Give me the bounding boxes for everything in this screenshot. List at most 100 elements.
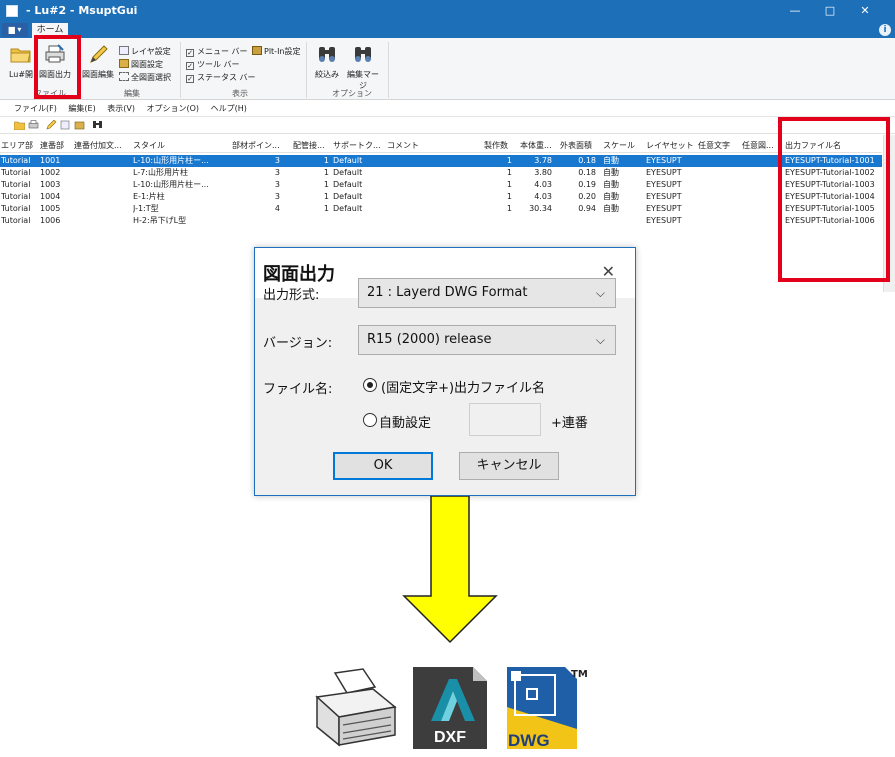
table-header-row: エリア部 連番部 連番付加文... スタイル 部材ポイン... 配管接... サ…	[0, 139, 882, 153]
edit-pencil-icon[interactable]	[46, 120, 57, 130]
version-value: R15 (2000) release	[367, 332, 492, 347]
radio-auto-setting[interactable]	[363, 413, 377, 427]
table-cell: Tutorial	[1, 180, 31, 189]
menu-edit[interactable]: 編集(E)	[68, 104, 95, 113]
filter-button[interactable]: 絞込み	[310, 42, 344, 86]
table-cell: EYESUPT	[646, 192, 682, 201]
select-all-drawings-button[interactable]: 全図面選択	[119, 72, 171, 84]
table-cell: 1	[323, 168, 329, 177]
table-cell: 3	[274, 156, 280, 165]
radio-selected-dot	[367, 382, 373, 388]
drawing-edit-label: 図面編集	[82, 70, 114, 79]
table-cell: 自動	[603, 204, 619, 213]
layer-icon[interactable]	[60, 120, 71, 130]
column-header[interactable]: 本体重...	[520, 139, 556, 153]
edit-merge-button[interactable]: 編集マージ	[346, 42, 380, 90]
column-header[interactable]: 連番付加文...	[74, 139, 126, 153]
ok-button[interactable]: OK	[333, 452, 433, 480]
format-label: 出力形式:	[263, 288, 320, 303]
group-label-option: オプション	[332, 89, 372, 98]
highlight-output-filename-column	[778, 117, 890, 282]
checkbox-checked-icon: ✓	[186, 75, 194, 83]
ribbon-separator	[388, 42, 389, 98]
table-row[interactable]: Tutorial 1004 E-1:片柱 3 1 Default 1 4.03 0.20 自動 EY…	[0, 191, 882, 203]
application-menu-button[interactable]: ▆ ▾	[2, 23, 28, 37]
table-cell: 0.19	[578, 180, 596, 189]
column-header[interactable]: コメント	[387, 139, 427, 153]
column-header[interactable]: サポートク...	[333, 139, 383, 153]
version-select[interactable]: R15 (2000) release ⌵	[358, 325, 616, 355]
column-header[interactable]: 製作数	[484, 139, 516, 153]
layer-settings-button[interactable]: レイヤ設定	[119, 46, 171, 58]
drawing-settings-button[interactable]: 図面設定	[119, 59, 163, 71]
table-row[interactable]: Tutorial 1002 L-7:山形用片柱 3 1 Default 1 3.80 0.18 自…	[0, 167, 882, 179]
close-window-button[interactable]: ✕	[850, 2, 880, 20]
column-header[interactable]: 任意文字	[698, 139, 734, 153]
window-title: - Lu#2 - MsuptGui	[26, 4, 138, 17]
menu-bar-checkbox[interactable]: ✓ メニュー バー	[186, 46, 248, 58]
column-header[interactable]: 配管接...	[293, 139, 333, 153]
dwg-tm-label: TM	[571, 669, 588, 680]
ribbon-separator	[180, 42, 181, 98]
column-header[interactable]: 部材ポイン...	[232, 139, 284, 153]
checkbox-checked-icon: ✓	[186, 62, 194, 70]
drawing-edit-button[interactable]: 図面編集	[81, 42, 115, 86]
serial-text-input[interactable]	[469, 403, 541, 436]
drawing-settings-label: 図面設定	[131, 60, 163, 69]
table-row[interactable]: Tutorial 1003 L-10:山形用片柱ー... 3 1 Default 1 4.03…	[0, 179, 882, 191]
settings-icon[interactable]	[74, 120, 85, 130]
column-header[interactable]: レイヤセット	[646, 139, 694, 153]
cancel-button[interactable]: キャンセル	[459, 452, 559, 480]
table-cell: EYESUPT	[646, 216, 682, 225]
status-bar-checkbox[interactable]: ✓ ステータス バー	[186, 72, 256, 84]
printer-icon	[315, 668, 397, 747]
table-cell: EYESUPT	[646, 168, 682, 177]
table-cell: 3	[274, 180, 280, 189]
binoculars-icon	[355, 47, 371, 62]
table-cell: 自動	[603, 180, 619, 189]
table-cell: L-10:山形用片柱ー...	[133, 156, 209, 165]
table-cell: 1006	[40, 216, 61, 225]
column-header[interactable]: 外表面積	[560, 139, 600, 153]
radio-fixed-filename[interactable]	[363, 378, 377, 392]
maximize-button[interactable]: □	[815, 2, 845, 20]
menu-file[interactable]: ファイル(F)	[14, 104, 57, 113]
menu-view[interactable]: 表示(V)	[107, 104, 135, 113]
binoculars-icon[interactable]	[92, 120, 103, 130]
table-cell: Default	[333, 204, 363, 213]
table-cell: 3.80	[534, 168, 552, 177]
column-header[interactable]: エリア部	[1, 139, 35, 153]
column-header[interactable]: 任意図...	[742, 139, 778, 153]
table-cell: 自動	[603, 192, 619, 201]
menu-help[interactable]: ヘルプ(H)	[211, 104, 247, 113]
table-cell: EYESUPT	[646, 180, 682, 189]
plugin-settings-button[interactable]: Plt-In設定	[252, 46, 301, 58]
table-row[interactable]: Tutorial 1005 J-1:T型 4 1 Default 1 30.34 0.94 自動 E…	[0, 203, 882, 215]
format-select[interactable]: 21 : Layerd DWG Format ⌵	[358, 278, 616, 308]
open-folder-icon[interactable]	[14, 120, 25, 130]
column-header[interactable]: スケール	[603, 139, 641, 153]
column-header[interactable]: スタイル	[133, 139, 213, 153]
table-cell: 3	[274, 168, 280, 177]
pencil-icon	[90, 45, 108, 63]
drawing-settings-icon	[119, 59, 129, 68]
chevron-down-icon: ⌵	[595, 333, 605, 347]
table-cell: 1001	[40, 156, 61, 165]
print-icon[interactable]	[28, 120, 39, 130]
menu-bar: ファイル(F) 編集(E) 表示(V) オプション(O) ヘルプ(H)	[0, 101, 895, 117]
menu-option[interactable]: オプション(O)	[147, 104, 200, 113]
table-cell: 1	[506, 204, 512, 213]
table-row[interactable]: Tutorial 1006 H-2:吊下げL型 EYESUPT EYESUPT-Tuto…	[0, 215, 882, 227]
help-icon[interactable]: i	[879, 24, 891, 36]
table-cell: 1004	[40, 192, 61, 201]
minimize-button[interactable]: —	[780, 2, 810, 20]
table-cell: 1	[323, 192, 329, 201]
lu-open-button[interactable]: Lu#開	[4, 42, 38, 86]
table-row[interactable]: Tutorial 1001 L-10:山形用片柱ー... 3 1 Default 1 3.78…	[0, 155, 882, 167]
plugin-settings-label: Plt-In設定	[264, 47, 301, 56]
column-header[interactable]: 連番部	[40, 139, 72, 153]
tool-bar-checkbox[interactable]: ✓ ツール バー	[186, 59, 240, 71]
serial-suffix-label: +連番	[551, 416, 588, 431]
dialog-title: 図面出力	[263, 264, 335, 285]
select-all-drawings-label: 全図面選択	[131, 73, 171, 82]
